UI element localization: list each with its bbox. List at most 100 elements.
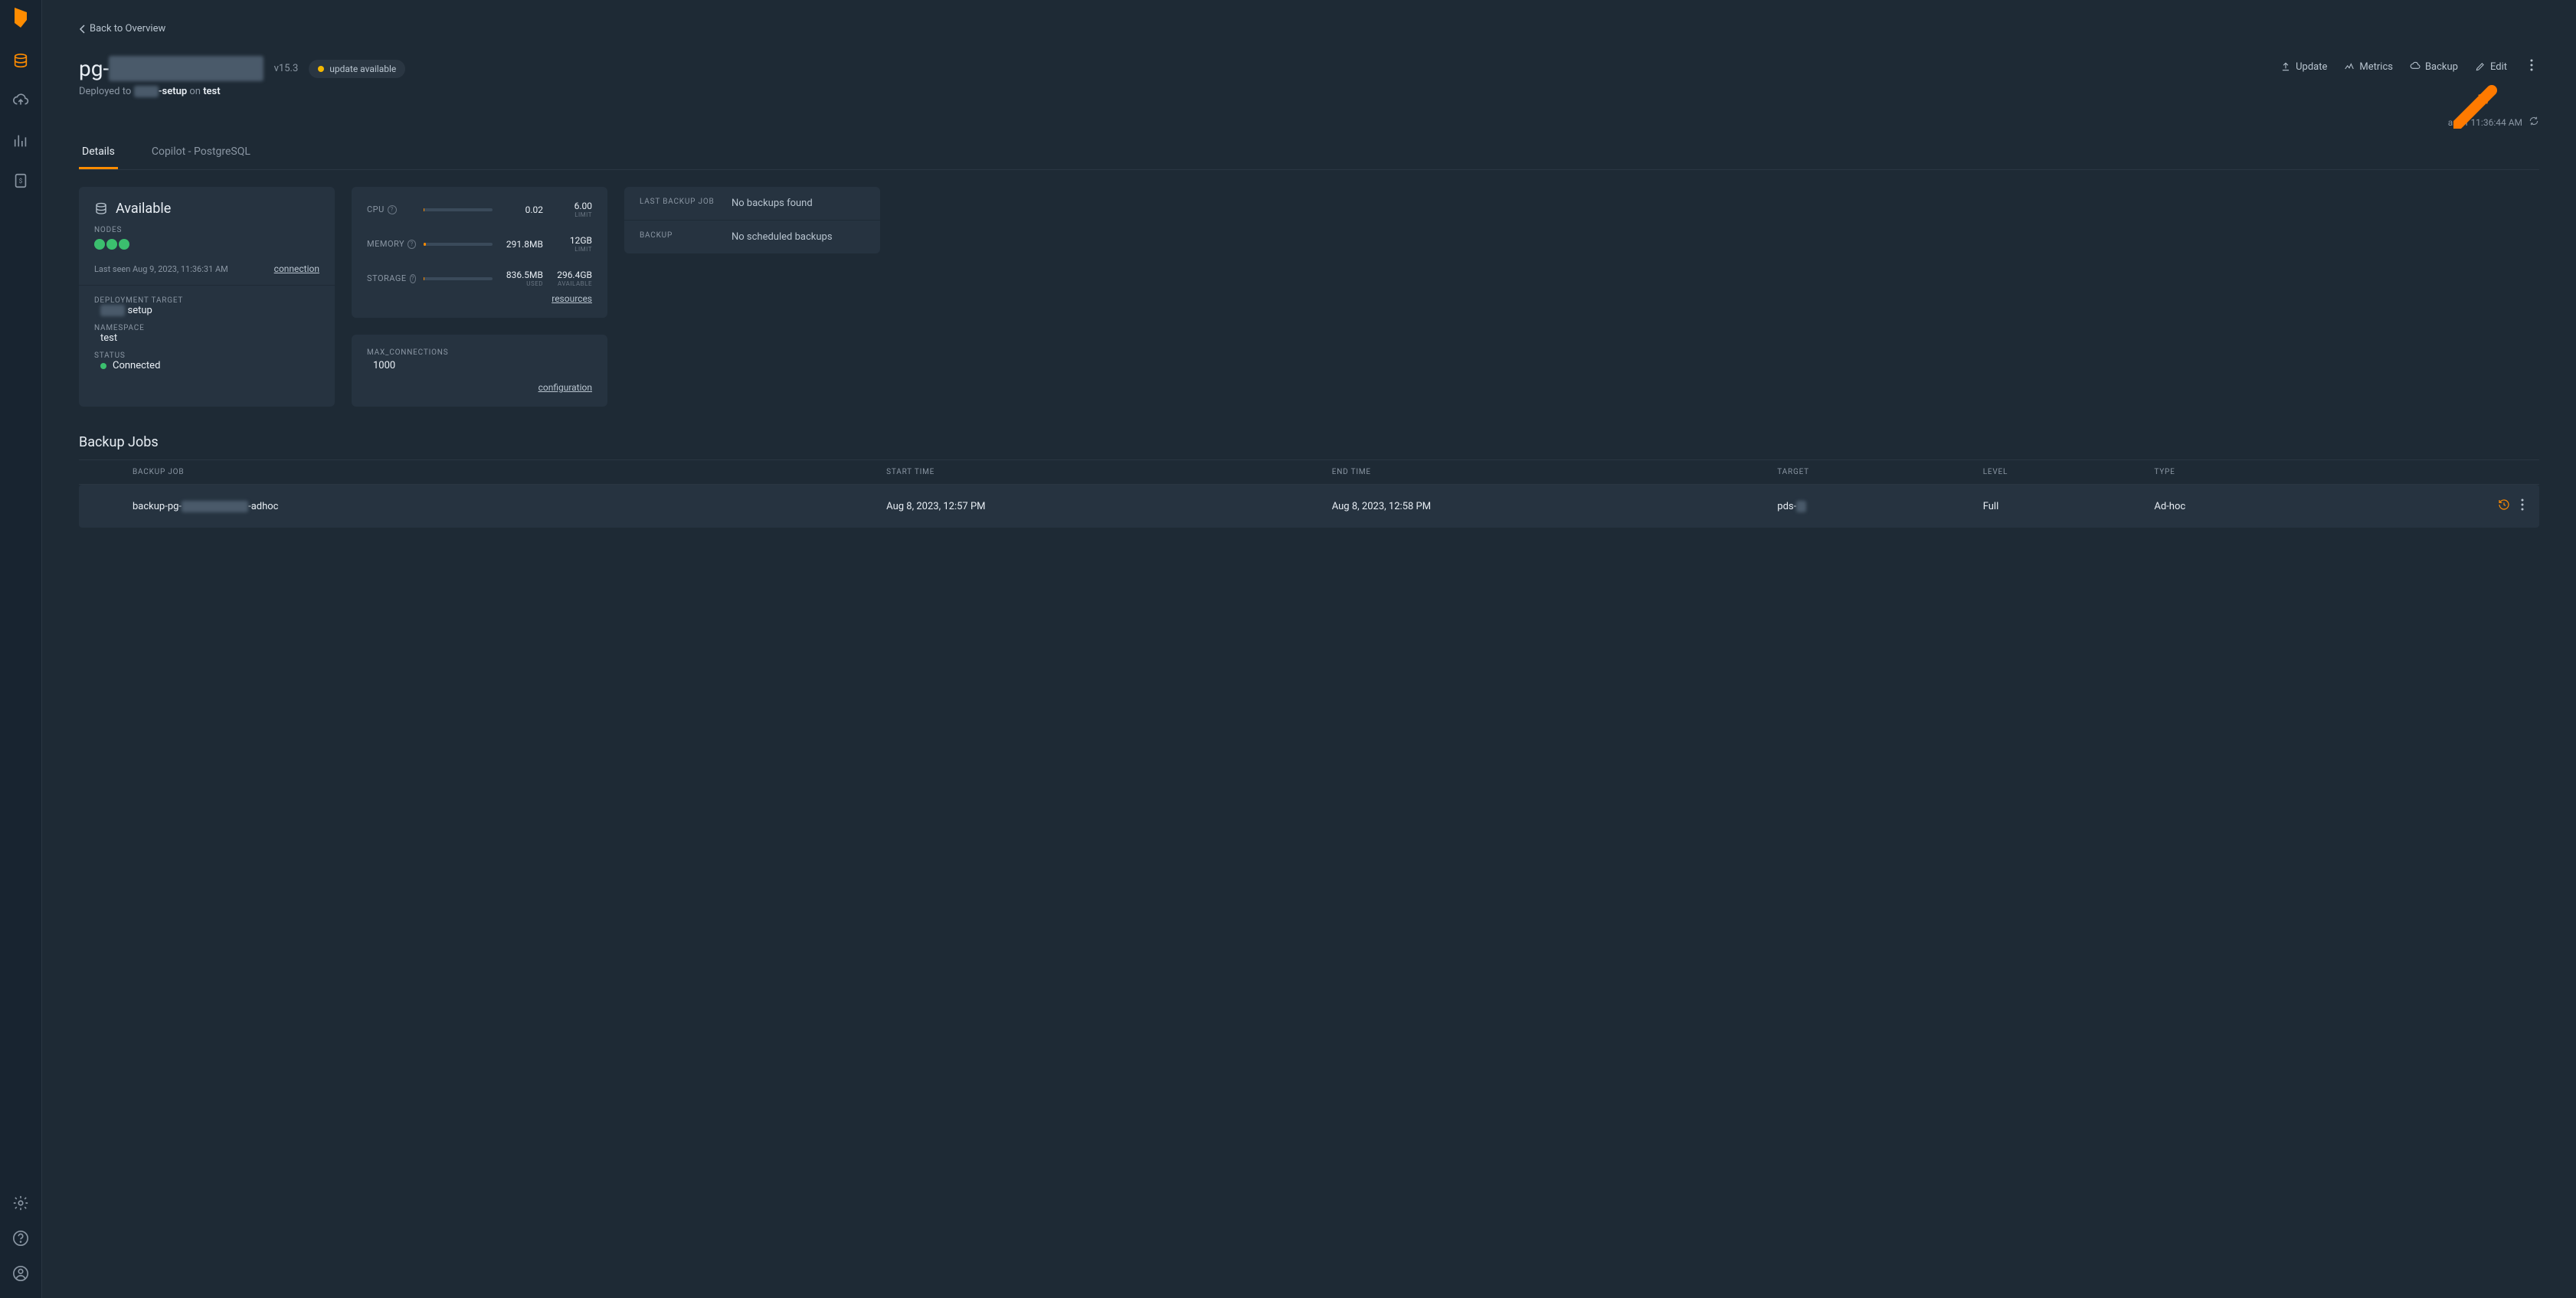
backup-jobs-table: Backup Job Start Time End Time Target Le… <box>79 459 2539 528</box>
th-start: Start Time <box>886 468 1332 476</box>
sidebar-item-reports[interactable]: $ <box>11 172 30 190</box>
row-more-icon[interactable] <box>2521 499 2524 514</box>
job-start: Aug 8, 2023, 12:57 PM <box>886 501 1332 512</box>
backup-label: Backup <box>2425 61 2458 73</box>
backup-button[interactable]: Backup <box>2410 61 2458 73</box>
sidebar-item-help[interactable] <box>11 1229 30 1247</box>
deployed-mid: -setup <box>159 86 187 97</box>
job-level: Full <box>1983 501 2155 512</box>
edit-label: Edit <box>2490 61 2507 73</box>
sidebar-item-database[interactable] <box>11 52 30 70</box>
job-end: Aug 8, 2023, 12:58 PM <box>1332 501 1778 512</box>
backup-jobs-title: Backup Jobs <box>79 434 2539 450</box>
last-seen-text: Last seen Aug 9, 2023, 11:36:31 AM <box>94 264 228 274</box>
table-row[interactable]: backup-pg-xxxxxx xxxxxxx-adhoc Aug 8, 20… <box>79 485 2539 528</box>
last-backup-label: Last Backup Job <box>640 198 732 209</box>
refresh-button[interactable] <box>2529 116 2539 129</box>
back-link[interactable]: Back to Overview <box>79 23 165 34</box>
resources-card: CPU? 0.02 6.00Limit Memory? 291.8MB 12GB… <box>352 187 607 318</box>
tab-copilot[interactable]: Copilot - PostgreSQL <box>149 136 254 169</box>
storage-bar <box>424 277 493 280</box>
update-button[interactable]: Update <box>2280 61 2327 73</box>
more-menu-button[interactable] <box>2524 56 2539 77</box>
th-level: Level <box>1983 468 2155 476</box>
sidebar: $ <box>0 0 42 1298</box>
help-icon[interactable]: ? <box>388 205 397 214</box>
svg-text:$: $ <box>19 177 23 185</box>
status-value: Connected <box>113 360 160 371</box>
update-available-badge[interactable]: update available <box>309 60 405 78</box>
deployed-redacted: xxxxx <box>134 86 159 97</box>
configuration-link[interactable]: configuration <box>538 382 592 393</box>
status-card: Available Nodes Last seen Aug 9, 2023, 1… <box>79 187 335 407</box>
node-dot-icon <box>119 239 129 250</box>
deployed-on: on <box>187 86 203 97</box>
cpu-value: 0.02 <box>525 204 543 215</box>
edit-button[interactable]: Edit <box>2475 61 2507 73</box>
th-end: End Time <box>1332 468 1778 476</box>
backup-info-card: Last Backup Job No backups found Backup … <box>624 187 880 253</box>
storage-avail-label: Available <box>558 280 592 287</box>
job-target: pds-xx <box>1777 501 1982 512</box>
connection-link[interactable]: connection <box>274 263 319 274</box>
sidebar-item-settings[interactable] <box>11 1194 30 1212</box>
node-dot-icon <box>106 239 117 250</box>
status-label: Status <box>94 351 319 360</box>
back-link-label: Back to Overview <box>90 23 165 34</box>
job-name: backup-pg-xxxxxx xxxxxxx-adhoc <box>133 501 886 512</box>
memory-limit: 12GB <box>570 235 592 246</box>
deployed-prefix: Deployed to <box>79 86 134 97</box>
page-title: pg-xxxxxxxx xxxxxx <box>79 56 263 81</box>
job-type: Ad-hoc <box>2154 501 2463 512</box>
tabs: Details Copilot - PostgreSQL <box>79 136 2539 170</box>
config-card: Max_Connections 1000 configuration <box>352 335 607 407</box>
storage-avail: 296.4GB <box>557 270 592 280</box>
refresh-timestamp: as of 11:36:44 AM <box>2448 117 2522 128</box>
memory-label: Memory? <box>367 239 416 249</box>
namespace-value: test <box>100 332 319 344</box>
deployment-target-label: Deployment Target <box>94 296 319 305</box>
help-icon[interactable]: ? <box>408 240 416 249</box>
cpu-bar <box>424 208 493 211</box>
nodes-label: Nodes <box>94 226 319 234</box>
status-dot-icon <box>100 363 106 369</box>
status-heading: Available <box>116 201 171 217</box>
cpu-label: CPU? <box>367 204 416 214</box>
update-badge-label: update available <box>329 64 396 74</box>
max-conn-label: Max_Connections <box>367 348 592 357</box>
cpu-limit: 6.00 <box>574 201 592 211</box>
storage-used-label: Used <box>526 280 543 287</box>
backup-schedule-label: Backup <box>640 231 732 243</box>
th-target: Target <box>1777 468 1982 476</box>
metrics-button[interactable]: Metrics <box>2344 61 2393 73</box>
main-content: Back to Overview pg-xxxxxxxx xxxxxx v15.… <box>42 0 2576 1298</box>
tab-details[interactable]: Details <box>79 136 118 169</box>
database-icon <box>94 202 108 216</box>
sidebar-item-account[interactable] <box>11 1264 30 1283</box>
memory-bar <box>424 243 493 246</box>
storage-label: Storage? <box>367 273 416 283</box>
sidebar-item-upload[interactable] <box>11 92 30 110</box>
memory-value: 291.8MB <box>506 239 543 250</box>
deployed-env: test <box>203 86 220 97</box>
deployed-info: Deployed to xxxxx-setup on test <box>79 86 405 97</box>
backup-schedule-value: No scheduled backups <box>732 231 833 243</box>
sidebar-item-analytics[interactable] <box>11 132 30 150</box>
storage-used: 836.5MB <box>506 270 543 280</box>
history-icon[interactable] <box>2498 499 2510 514</box>
resources-link[interactable]: resources <box>552 293 592 304</box>
memory-limit-label: Limit <box>574 246 592 253</box>
version-label: v15.3 <box>274 63 299 74</box>
update-label: Update <box>2296 61 2327 73</box>
node-dot-icon <box>94 239 105 250</box>
metrics-label: Metrics <box>2359 61 2393 73</box>
th-job: Backup Job <box>133 468 886 476</box>
help-icon[interactable]: ? <box>410 274 416 283</box>
namespace-label: Namespace <box>94 324 319 332</box>
app-logo <box>11 6 30 29</box>
title-redacted: xxxxxxxx xxxxxx <box>109 56 263 81</box>
max-conn-value: 1000 <box>373 360 592 371</box>
node-indicators <box>94 239 319 250</box>
cpu-limit-label: Limit <box>574 211 592 218</box>
title-prefix: pg- <box>79 56 109 81</box>
